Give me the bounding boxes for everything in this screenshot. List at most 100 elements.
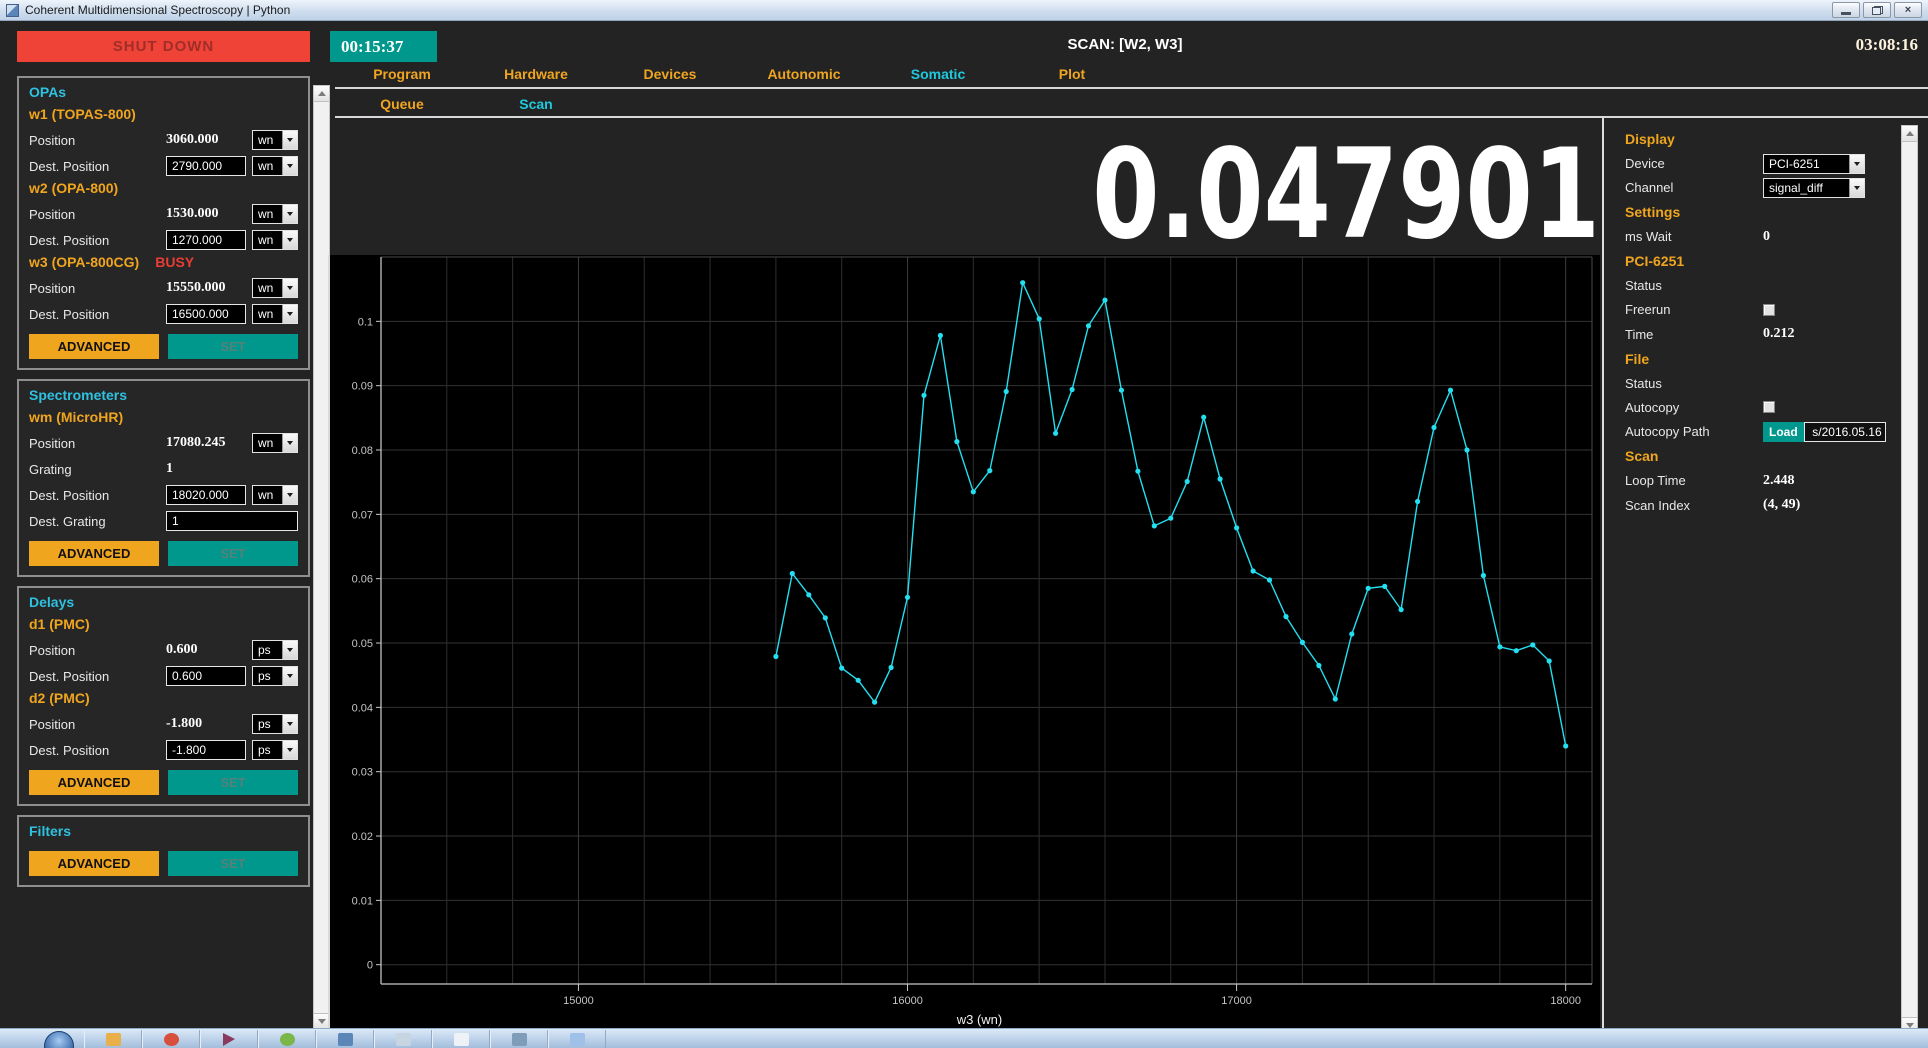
parameter-input[interactable] — [166, 156, 246, 176]
checkbox[interactable] — [1763, 401, 1775, 413]
checkbox[interactable] — [1763, 304, 1775, 316]
parameter-label: Position — [29, 436, 166, 451]
dropdown-button[interactable] — [282, 667, 297, 685]
scroll-up-button[interactable] — [1902, 126, 1917, 142]
taskbar-item[interactable] — [316, 1030, 374, 1048]
minimize-icon — [1841, 12, 1851, 15]
dropdown-button[interactable] — [282, 205, 297, 223]
close-button[interactable]: × — [1894, 2, 1922, 18]
units-dropdown[interactable]: wn — [252, 230, 298, 250]
dropdown-button[interactable] — [282, 434, 297, 452]
device-name: w2 (OPA-800) — [29, 180, 298, 201]
panel-label: Freerun — [1625, 302, 1763, 317]
taskbar — [0, 1028, 1928, 1048]
units-dropdown[interactable]: wn — [252, 156, 298, 176]
autocopy-path-input[interactable] — [1804, 422, 1886, 442]
device-dropdown-value: PCI-6251 — [1764, 155, 1849, 173]
dropdown-button[interactable] — [282, 715, 297, 733]
panel-scrollbar[interactable] — [1901, 125, 1918, 1034]
parameter-input[interactable] — [166, 304, 246, 324]
parameter-label: Position — [29, 643, 166, 658]
set-button[interactable]: SET — [168, 851, 298, 876]
units-dropdown[interactable]: wn — [252, 304, 298, 324]
taskbar-item[interactable] — [374, 1030, 432, 1048]
device-dropdown[interactable]: signal_diff — [1763, 178, 1865, 198]
taskbar-item[interactable] — [490, 1030, 548, 1048]
explorer-icon — [570, 1033, 585, 1046]
dropdown-button[interactable] — [282, 157, 297, 175]
folder-icon — [106, 1033, 121, 1046]
scroll-down-button[interactable] — [314, 1013, 329, 1029]
parameter-input[interactable] — [166, 740, 246, 760]
start-button[interactable] — [44, 1031, 74, 1048]
parameter-input[interactable] — [166, 666, 246, 686]
set-button[interactable]: SET — [168, 541, 298, 566]
parameter-label: Position — [29, 133, 166, 148]
units-dropdown[interactable]: wn — [252, 433, 298, 453]
advanced-button[interactable]: ADVANCED — [29, 334, 159, 359]
parameter-label: Dest. Position — [29, 743, 166, 758]
units-dropdown[interactable]: wn — [252, 130, 298, 150]
taskbar-item[interactable] — [548, 1030, 606, 1048]
tab-autonomic[interactable]: Autonomic — [737, 66, 871, 82]
minimize-button[interactable] — [1832, 2, 1860, 18]
dropdown-button[interactable] — [282, 641, 297, 659]
taskbar-item[interactable] — [258, 1030, 316, 1048]
dropdown-button[interactable] — [282, 231, 297, 249]
parameter-input[interactable] — [166, 511, 298, 531]
units-dropdown[interactable]: ps — [252, 714, 298, 734]
restore-button[interactable] — [1863, 2, 1891, 18]
dropdown-button[interactable] — [282, 486, 297, 504]
panel-row: Channelsignal_diff — [1625, 176, 1893, 200]
panel-label: Status — [1625, 376, 1763, 391]
dropdown-button[interactable] — [1849, 155, 1864, 173]
units-dropdown[interactable]: wn — [252, 278, 298, 298]
units-dropdown[interactable]: ps — [252, 666, 298, 686]
data-point — [1464, 447, 1469, 452]
tab-queue[interactable]: Queue — [335, 96, 469, 112]
dropdown-button[interactable] — [282, 279, 297, 297]
tab-scan[interactable]: Scan — [469, 96, 603, 112]
units-dropdown[interactable]: wn — [252, 204, 298, 224]
dropdown-button[interactable] — [1849, 179, 1864, 197]
taskbar-item[interactable] — [432, 1030, 490, 1048]
elapsed-timer: 00:15:37 — [330, 31, 437, 62]
device-dropdown[interactable]: PCI-6251 — [1763, 154, 1865, 174]
scroll-up-button[interactable] — [314, 86, 329, 102]
close-icon: × — [1905, 4, 1911, 16]
units-dropdown-value: wn — [253, 231, 282, 249]
dropdown-button[interactable] — [282, 131, 297, 149]
shutdown-button[interactable]: SHUT DOWN — [17, 31, 310, 62]
dropdown-button[interactable] — [282, 741, 297, 759]
units-dropdown[interactable]: wn — [252, 485, 298, 505]
taskbar-item[interactable] — [84, 1030, 142, 1048]
data-point — [1547, 658, 1552, 663]
tab-plot[interactable]: Plot — [1005, 66, 1139, 82]
set-button[interactable]: SET — [168, 334, 298, 359]
taskbar-item[interactable] — [142, 1030, 200, 1048]
parameter-label: Position — [29, 717, 166, 732]
set-button[interactable]: SET — [168, 770, 298, 795]
advanced-button[interactable]: ADVANCED — [29, 541, 159, 566]
tab-somatic[interactable]: Somatic — [871, 66, 1005, 82]
parameter-input[interactable] — [166, 485, 246, 505]
advanced-button[interactable]: ADVANCED — [29, 851, 159, 876]
tab-devices[interactable]: Devices — [603, 66, 737, 82]
advanced-button[interactable]: ADVANCED — [29, 770, 159, 795]
x-axis-title: w3 (wn) — [956, 1012, 1003, 1027]
units-dropdown-value: wn — [253, 205, 282, 223]
tab-program[interactable]: Program — [335, 66, 469, 82]
window-controls: × — [1832, 2, 1922, 18]
units-dropdown[interactable]: ps — [252, 640, 298, 660]
parameter-input[interactable] — [166, 230, 246, 250]
chevron-down-icon — [287, 674, 293, 678]
dropdown-button[interactable] — [282, 305, 297, 323]
parameter-row: Dest. Positionwn — [29, 153, 298, 179]
tab-hardware[interactable]: Hardware — [469, 66, 603, 82]
taskbar-item[interactable] — [200, 1030, 258, 1048]
units-dropdown[interactable]: ps — [252, 740, 298, 760]
load-button[interactable]: Load — [1763, 422, 1804, 442]
data-point — [1316, 663, 1321, 668]
parameter-label: Dest. Position — [29, 669, 166, 684]
device-dropdown-value: signal_diff — [1764, 179, 1849, 197]
